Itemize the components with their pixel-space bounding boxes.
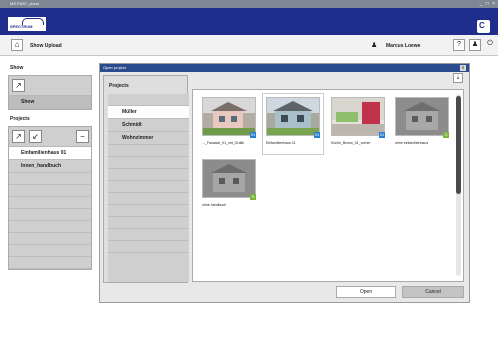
- help-icon: ?: [457, 41, 461, 48]
- home-icon: ⌂: [14, 40, 20, 49]
- home-button[interactable]: ⌂: [11, 39, 23, 51]
- sidebar-empty-row: [9, 257, 91, 269]
- user-settings-icon: ♟: [471, 41, 479, 48]
- project-empty-row: [108, 94, 189, 106]
- thumbnail-caption: Einfamilienhaus 01: [266, 141, 296, 145]
- projects-panel: ↗ ↙ − Einfamilienhaus 01 Innen_handbuch: [8, 126, 92, 270]
- house-facade-image: [266, 97, 320, 136]
- project-empty-row: [108, 229, 189, 241]
- help-button[interactable]: ?: [453, 39, 465, 51]
- sidebar-empty-row: [9, 209, 91, 221]
- user-name: Marcus Loewe: [386, 43, 421, 49]
- sidebar-empty-row: [9, 245, 91, 257]
- thumbnail-grid: 01 ..._Fassade_01_mit_Grafik 01 Einfamil…: [192, 89, 464, 282]
- sidebar: Show ↗ Show Projects ↗ ↙ − Einfamilienha…: [8, 63, 92, 283]
- collapse-arrow-icon[interactable]: ↙: [29, 130, 42, 143]
- power-icon: ⏻: [487, 40, 493, 47]
- thumbnail-badge: G: [443, 132, 449, 138]
- dialog-projects-header: Projects: [109, 83, 129, 89]
- open-button[interactable]: Open: [336, 286, 396, 298]
- user-icon: ♟: [371, 42, 378, 49]
- brand-bar: SPECTRUM C: [0, 8, 498, 35]
- project-empty-row: [108, 205, 189, 217]
- project-empty-row: [108, 217, 189, 229]
- thumbnail-badge: G: [250, 194, 256, 200]
- spectrum-logo: SPECTRUM: [8, 17, 46, 31]
- sidebar-empty-row: [9, 233, 91, 245]
- kitchen-image: [331, 97, 385, 136]
- grayscale-house-image: [202, 159, 256, 198]
- project-empty-row: [108, 181, 189, 193]
- thumbnail-badge: 01: [379, 132, 385, 138]
- page-title: Show Upload: [30, 43, 62, 49]
- caparol-logo-text: C: [479, 21, 485, 30]
- sidebar-projects-header: Projects: [10, 116, 30, 122]
- thumbnail-scrollbar[interactable]: [456, 94, 461, 276]
- projects-icon-row: ↗ ↙ −: [9, 127, 91, 147]
- toolbar: ⌂ Show Upload ♟ Marcus Loewe ? ♟ ⏻: [0, 35, 498, 56]
- remove-icon[interactable]: −: [76, 130, 89, 143]
- import-button[interactable]: ⇣: [453, 73, 463, 83]
- expand-arrow-icon[interactable]: ↗: [12, 79, 25, 92]
- scrollbar-thumb[interactable]: [456, 96, 461, 194]
- open-project-dialog: Open project x Projects Müller Schmidt W…: [99, 63, 470, 303]
- cancel-button[interactable]: Cancel: [402, 286, 464, 298]
- window-titlebar: MS FAST_cloud _ □ ×: [0, 0, 498, 8]
- import-icon: ⇣: [455, 75, 461, 81]
- dialog-title: Open project: [100, 64, 469, 72]
- dialog-close-button[interactable]: x: [460, 65, 466, 71]
- project-item-wohnzimmer[interactable]: Wohnzimmer: [108, 132, 189, 145]
- thumbnail-item[interactable]: 01 Küche_Brown_01_vorher: [328, 94, 388, 154]
- expand-arrow-icon[interactable]: ↗: [12, 130, 25, 143]
- grayscale-house-image: [395, 97, 449, 136]
- thumbnail-item[interactable]: G ohne einfamilienhaus: [392, 94, 452, 154]
- sidebar-empty-row: [9, 173, 91, 185]
- sidebar-show-header: Show: [10, 65, 24, 71]
- show-panel: ↗ Show: [8, 75, 92, 110]
- show-icon-row: ↗: [9, 76, 91, 96]
- sidebar-project-einfamilienhaus[interactable]: Einfamilienhaus 01: [9, 147, 91, 160]
- project-empty-row: [108, 145, 189, 157]
- project-empty-row: [108, 157, 189, 169]
- sidebar-empty-row: [9, 221, 91, 233]
- thumbnail-caption: Küche_Brown_01_vorher: [331, 141, 371, 145]
- thumbnail-caption: ..._Fassade_01_mit_Grafik: [202, 141, 245, 145]
- dialog-projects-panel: Projects Müller Schmidt Wohnzimmer: [103, 75, 189, 283]
- house-facade-image: [202, 97, 256, 136]
- project-item-mueller[interactable]: Müller: [108, 106, 189, 119]
- dialog-project-list: Müller Schmidt Wohnzimmer: [108, 94, 189, 282]
- thumbnail-item-selected[interactable]: 01 Einfamilienhaus 01: [263, 94, 323, 154]
- sidebar-empty-row: [9, 185, 91, 197]
- thumbnail-caption: ohne handbuch: [202, 203, 227, 207]
- window-controls[interactable]: _ □ ×: [480, 1, 497, 7]
- sidebar-item-show[interactable]: Show: [9, 96, 91, 109]
- thumbnail-item[interactable]: 01 ..._Fassade_01_mit_Grafik: [199, 94, 259, 154]
- caparol-logo: C: [477, 20, 490, 33]
- project-empty-row: [108, 169, 189, 181]
- user-button[interactable]: ♟: [469, 39, 481, 51]
- thumbnail-badge: 01: [314, 132, 320, 138]
- thumbnail-caption: ohne einfamilienhaus: [395, 141, 429, 145]
- thumbnail-item[interactable]: G ohne handbuch: [199, 156, 259, 216]
- sidebar-empty-row: [9, 197, 91, 209]
- empty-content-area: [0, 303, 498, 352]
- sidebar-project-innen[interactable]: Innen_handbuch: [9, 160, 91, 173]
- project-empty-row: [108, 193, 189, 205]
- cloud-icon: [22, 18, 44, 25]
- project-item-schmidt[interactable]: Schmidt: [108, 119, 189, 132]
- project-empty-row: [108, 241, 189, 253]
- power-button[interactable]: ⏻: [484, 39, 496, 51]
- window-title: MS FAST_cloud: [10, 1, 39, 6]
- thumbnail-badge: 01: [250, 132, 256, 138]
